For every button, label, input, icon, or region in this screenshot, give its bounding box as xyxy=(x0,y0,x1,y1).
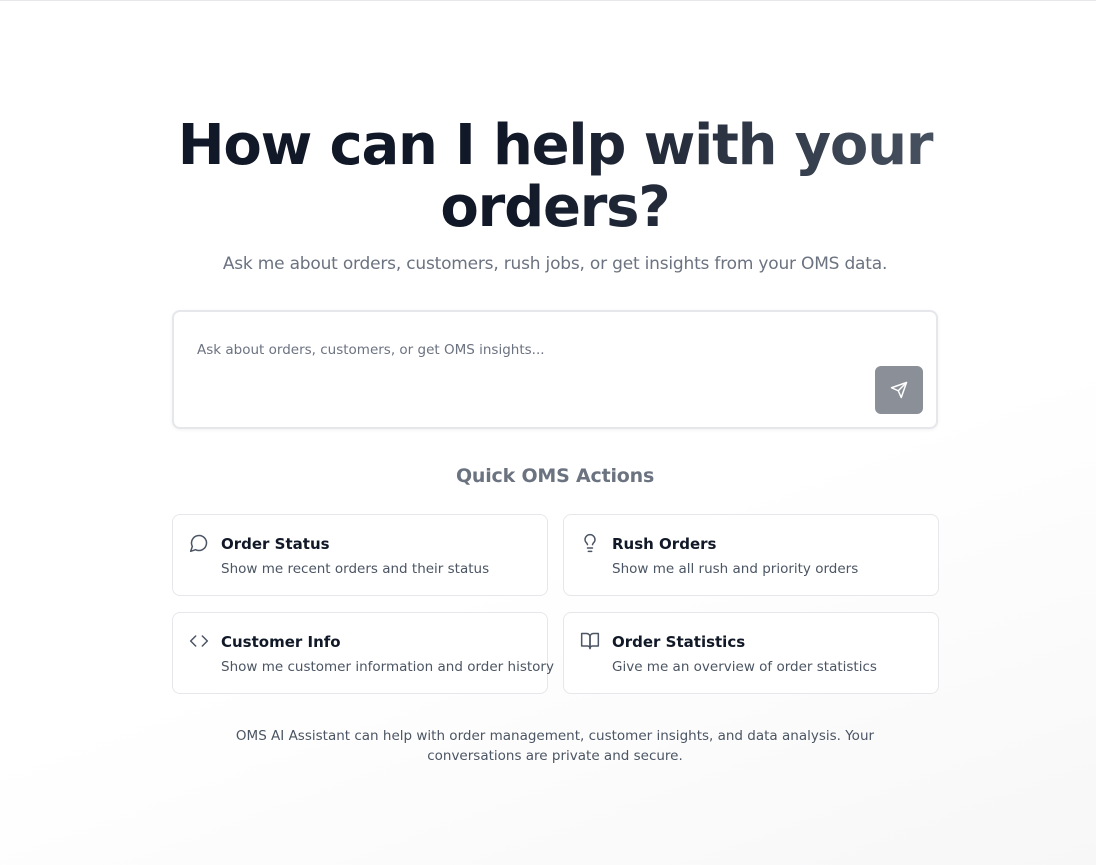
quick-action-description: Show me all rush and priority orders xyxy=(612,561,859,577)
lightbulb-icon xyxy=(580,533,600,553)
quick-action-title: Rush Orders xyxy=(612,535,717,553)
quick-action-customer-info[interactable]: Customer Info Show me customer informati… xyxy=(172,612,554,694)
send-button[interactable] xyxy=(875,366,923,414)
quick-action-rush-orders[interactable]: Rush Orders Show me all rush and priorit… xyxy=(563,514,939,596)
quick-action-title: Customer Info xyxy=(221,633,341,651)
quick-action-title: Order Statistics xyxy=(612,633,746,651)
page-title: How can I help with your orders? xyxy=(142,115,968,239)
chat-input[interactable] xyxy=(197,338,857,362)
code-icon xyxy=(189,631,209,651)
quick-action-title: Order Status xyxy=(221,535,330,553)
quick-action-order-statistics[interactable]: Order Statistics Give me an overview of … xyxy=(563,612,939,694)
top-divider xyxy=(0,0,1096,1)
quick-actions-title: Quick OMS Actions xyxy=(455,465,655,487)
quick-action-order-status[interactable]: Order Status Show me recent orders and t… xyxy=(172,514,548,596)
message-circle-icon xyxy=(189,533,209,553)
book-open-icon xyxy=(580,631,600,651)
chat-composer xyxy=(172,310,938,429)
footer-disclaimer: OMS AI Assistant can help with order man… xyxy=(235,728,875,764)
page-subtitle: Ask me about orders, customers, rush job… xyxy=(222,254,888,274)
quick-action-description: Show me recent orders and their status xyxy=(221,561,490,577)
quick-action-description: Give me an overview of order statistics xyxy=(612,659,877,675)
quick-action-description: Show me customer information and order h… xyxy=(221,659,554,675)
send-icon xyxy=(890,381,908,399)
